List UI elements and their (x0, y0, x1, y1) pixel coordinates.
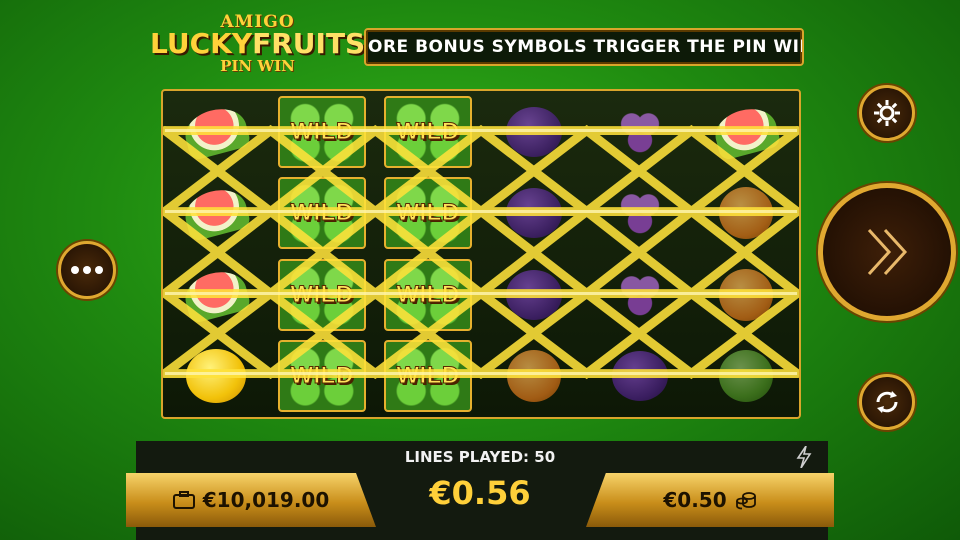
logo-line-pin-win: PIN WIN (220, 57, 295, 75)
game-logo: AMIGO LUCKYFRUITS PIN WIN (150, 14, 365, 80)
wild-label: WILD (396, 362, 460, 390)
info-ticker: ORE BONUS SYMBOLS TRIGGER THE PIN WIN BO… (364, 28, 804, 66)
lime-symbol (719, 350, 773, 403)
reel-cell (481, 173, 587, 255)
reel-cell (693, 91, 799, 173)
watermelon-symbol (180, 102, 252, 162)
logo-line-lucky-fruits: LUCKYFRUITS (150, 30, 365, 58)
reel-cell: WILD (269, 91, 375, 173)
balance-value: €10,019.00 (202, 488, 330, 512)
wild-symbol: WILD (384, 340, 472, 413)
reel-cell: WILD (375, 173, 481, 255)
wild-label: WILD (290, 280, 354, 308)
reel-cell: WILD (375, 336, 481, 418)
wallet-icon (172, 491, 195, 509)
wild-symbol: WILD (278, 95, 366, 168)
grapes-symbol (612, 104, 668, 159)
ticker-text: ORE BONUS SYMBOLS TRIGGER THE PIN WIN BO… (368, 37, 802, 57)
turbo-bolt-icon[interactable] (796, 446, 812, 468)
reel-grid: WILD WILD WILD WILD WILD WILD WILD WILD (163, 91, 799, 417)
wild-symbol: WILD (384, 95, 472, 168)
wild-label: WILD (396, 117, 460, 145)
plum-symbol (506, 188, 562, 239)
settings-button[interactable] (859, 85, 915, 141)
orange-symbol (719, 187, 773, 240)
reel-cell: WILD (269, 254, 375, 336)
reel-cell: WILD (375, 91, 481, 173)
grapes-symbol (612, 186, 668, 241)
wild-label: WILD (290, 362, 354, 390)
reel-cell (481, 254, 587, 336)
wild-label: WILD (396, 280, 460, 308)
reel-cell (693, 336, 799, 418)
reel-area[interactable]: WILD WILD WILD WILD WILD WILD WILD WILD (161, 89, 801, 419)
reel-cell (693, 254, 799, 336)
menu-button[interactable] (58, 241, 116, 299)
wild-symbol: WILD (384, 177, 472, 250)
wild-symbol: WILD (278, 177, 366, 250)
watermelon-symbol (180, 183, 252, 243)
plum-symbol (612, 351, 668, 402)
logo-fruits: FRUITS (252, 27, 366, 60)
reel-cell: WILD (375, 254, 481, 336)
wild-symbol: WILD (278, 258, 366, 331)
reel-cell (693, 173, 799, 255)
wild-symbol: WILD (278, 340, 366, 413)
lines-played-label: LINES PLAYED: 50 (404, 448, 556, 466)
balance-plate: €10,019.00 (126, 473, 376, 527)
reel-cell (163, 336, 269, 418)
double-chevron-right-icon (867, 228, 908, 276)
orange-symbol (507, 350, 561, 403)
reel-cell (163, 173, 269, 255)
stake-plate[interactable]: €0.50 (586, 473, 834, 527)
plum-symbol (506, 106, 562, 157)
stake-value: €0.50 (663, 488, 727, 512)
plum-symbol (506, 269, 562, 320)
spin-button[interactable] (818, 183, 956, 321)
watermelon-symbol (710, 102, 782, 162)
orange-symbol (719, 268, 773, 321)
reel-cell (481, 336, 587, 418)
wild-label: WILD (396, 199, 460, 227)
lemon-symbol (186, 349, 246, 404)
ellipsis-icon (71, 266, 103, 274)
reel-cell (587, 336, 693, 418)
reel-cell (481, 91, 587, 173)
grapes-symbol (612, 267, 668, 322)
reel-cell (587, 91, 693, 173)
total-bet-value: €0.56 (429, 474, 531, 512)
gear-icon (874, 100, 900, 126)
reel-cell: WILD (269, 173, 375, 255)
reel-cell: WILD (269, 336, 375, 418)
autoplay-button[interactable] (859, 374, 915, 430)
reel-cell (163, 91, 269, 173)
refresh-icon (876, 391, 898, 413)
wild-symbol: WILD (384, 258, 472, 331)
watermelon-symbol (180, 265, 252, 325)
reel-cell (587, 173, 693, 255)
wild-label: WILD (290, 117, 354, 145)
reel-cell (587, 254, 693, 336)
wild-label: WILD (290, 199, 354, 227)
reel-cell (163, 254, 269, 336)
logo-lucky: LUCKY (150, 27, 253, 60)
coins-icon (735, 492, 756, 510)
